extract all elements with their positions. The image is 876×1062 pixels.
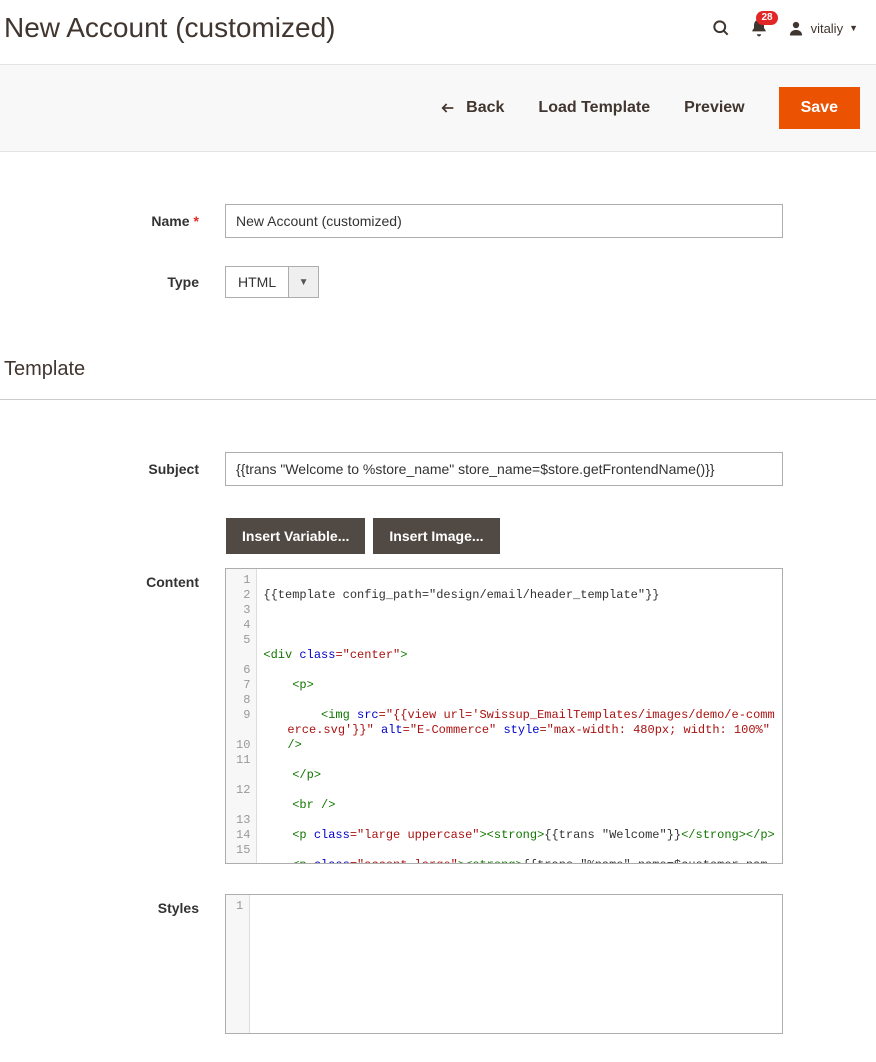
- load-template-button[interactable]: Load Template: [538, 99, 650, 117]
- editor-gutter: 1: [226, 895, 250, 1033]
- name-input[interactable]: [225, 204, 783, 238]
- name-label: Name*: [0, 213, 225, 229]
- user-icon: [787, 19, 805, 37]
- content-label: Content: [0, 568, 225, 590]
- user-menu[interactable]: vitaliy ▼: [787, 19, 858, 37]
- insert-variable-button[interactable]: Insert Variable...: [226, 518, 365, 554]
- action-bar: Back Load Template Preview Save: [0, 64, 876, 152]
- back-button[interactable]: Back: [440, 99, 504, 117]
- content-editor[interactable]: 123456789101112131415 {{template config_…: [225, 568, 783, 864]
- preview-button[interactable]: Preview: [684, 99, 744, 117]
- save-button[interactable]: Save: [779, 87, 860, 129]
- page-title: New Account (customized): [4, 12, 335, 44]
- username: vitaliy: [811, 21, 844, 36]
- search-icon[interactable]: [711, 18, 731, 38]
- type-select-value: HTML: [225, 266, 289, 298]
- chevron-down-icon: ▼: [289, 266, 319, 298]
- notifications-button[interactable]: 28: [749, 18, 769, 38]
- editor-code: {{template config_path="design/email/hea…: [257, 569, 782, 863]
- template-section-heading: Template: [0, 346, 876, 400]
- chevron-down-icon: ▼: [849, 23, 858, 33]
- insert-image-button[interactable]: Insert Image...: [373, 518, 499, 554]
- type-select[interactable]: HTML ▼: [225, 266, 319, 298]
- styles-editor[interactable]: 1: [225, 894, 783, 1034]
- subject-input[interactable]: [225, 452, 783, 486]
- arrow-left-icon: [440, 100, 456, 116]
- subject-label: Subject: [0, 461, 225, 477]
- type-label: Type: [0, 274, 225, 290]
- styles-label: Styles: [0, 894, 225, 916]
- notifications-count: 28: [756, 11, 777, 25]
- editor-gutter: 123456789101112131415: [226, 569, 257, 863]
- editor-code: [250, 895, 782, 1033]
